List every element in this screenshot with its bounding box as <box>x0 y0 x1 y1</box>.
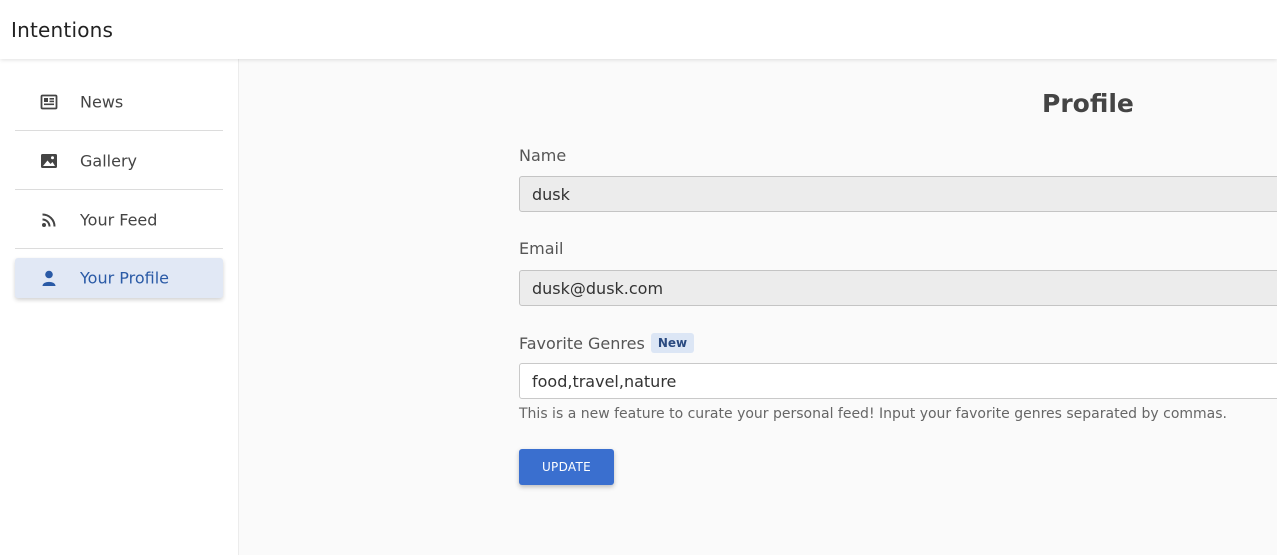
sidebar-item-label: Your Profile <box>80 268 169 288</box>
email-field[interactable] <box>519 270 1277 306</box>
update-button[interactable]: UPDATE <box>519 449 614 485</box>
rss-icon <box>40 211 58 229</box>
profile-panel: Profile Name Email Favorite Genres New Th… <box>240 59 1277 555</box>
email-label: Email <box>519 239 564 258</box>
image-icon <box>40 152 58 170</box>
sidebar-item-news[interactable]: News <box>15 73 223 131</box>
genres-label-row: Favorite Genres New <box>519 333 695 353</box>
sidebar: News Gallery Your Feed Your Profile <box>0 59 239 555</box>
newspaper-icon <box>40 93 58 111</box>
genres-label: Favorite Genres <box>519 334 645 353</box>
sidebar-item-gallery[interactable]: Gallery <box>15 132 223 190</box>
genres-help-text: This is a new feature to curate your per… <box>519 406 1228 422</box>
top-app-bar: Intentions <box>0 0 1277 59</box>
new-badge: New <box>650 333 695 353</box>
name-label: Name <box>519 146 567 165</box>
sidebar-item-label: Gallery <box>80 151 137 170</box>
app-title: Intentions <box>11 18 114 42</box>
user-icon <box>40 269 58 287</box>
sidebar-item-your-profile[interactable]: Your Profile <box>15 258 223 298</box>
name-field[interactable] <box>519 176 1277 212</box>
page-title: Profile <box>1042 89 1134 118</box>
favorite-genres-field[interactable] <box>519 363 1277 399</box>
sidebar-item-label: News <box>80 92 124 111</box>
sidebar-item-label: Your Feed <box>80 210 158 229</box>
sidebar-item-your-feed[interactable]: Your Feed <box>15 191 223 249</box>
